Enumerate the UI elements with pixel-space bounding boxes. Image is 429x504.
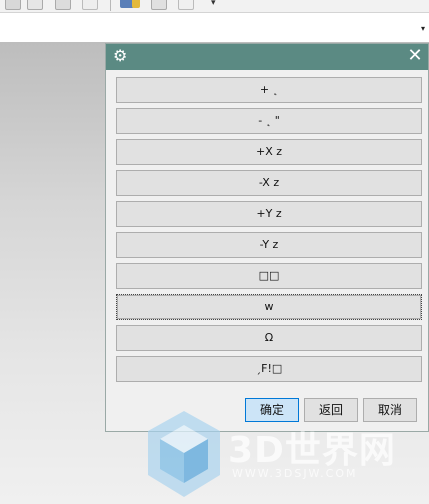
view-dialog: ⚙ ✕ + ˛ - ˛ " +X z -X z +Y z -Y z □□ w Ω… — [105, 43, 429, 432]
view-button-bottom[interactable]: - ˛ " — [116, 108, 422, 134]
view-cube-icon[interactable] — [5, 0, 21, 10]
view-button-plus-y[interactable]: +Y z — [116, 201, 422, 227]
view-button-10[interactable]: ˏF!□ — [116, 356, 422, 382]
watermark: 3D世界网 WWW.3DSJW.COM — [140, 405, 429, 504]
toolbar-separator — [110, 0, 111, 11]
view-button-7[interactable]: □□ — [116, 263, 422, 289]
cube-logo-icon — [148, 411, 220, 497]
dialog-titlebar[interactable]: ⚙ ✕ — [106, 44, 428, 70]
command-strip: ▾ — [0, 13, 429, 43]
box-icon[interactable] — [151, 0, 167, 10]
watermark-brand: 3D世界网 — [228, 430, 396, 471]
copy-icon[interactable] — [178, 0, 194, 10]
refresh-icon[interactable] — [55, 0, 71, 10]
watermark-url: WWW.3DSJW.COM — [232, 467, 358, 480]
view-button-8[interactable]: w — [116, 294, 422, 320]
view-button-minus-x[interactable]: -X z — [116, 170, 422, 196]
close-icon[interactable]: ✕ — [405, 46, 425, 66]
view-button-minus-y[interactable]: -Y z — [116, 232, 422, 258]
view-button-9[interactable]: Ω — [116, 325, 422, 351]
gear-icon[interactable]: ⚙ — [113, 47, 129, 65]
coordinate-icon[interactable] — [82, 0, 98, 10]
chevron-down-icon[interactable]: ▾ — [421, 24, 425, 33]
chevron-down-icon[interactable]: ▾ — [211, 0, 216, 8]
view-button-plus-x[interactable]: +X z — [116, 139, 422, 165]
folder-icon[interactable] — [132, 0, 140, 8]
view-button-top[interactable]: + ˛ — [116, 77, 422, 103]
view-cube-icon[interactable] — [27, 0, 43, 10]
toolbar: ▾ — [0, 0, 429, 13]
